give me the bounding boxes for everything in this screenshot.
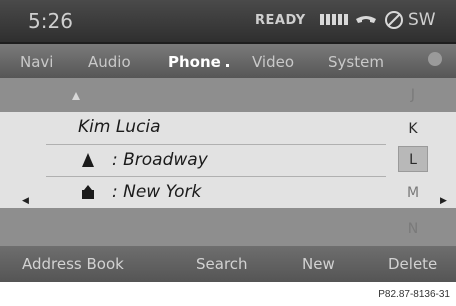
list-top-band (0, 78, 456, 112)
menu-item-system[interactable]: System (328, 53, 384, 71)
clock: 5:26 (28, 9, 73, 33)
building-icon (82, 185, 94, 199)
list-bottom-band (0, 208, 456, 246)
row-divider (46, 176, 386, 177)
menu-item-audio[interactable]: Audio (88, 53, 131, 71)
alpha-index-m[interactable]: M (398, 180, 428, 206)
alpha-index-j[interactable]: J (398, 82, 428, 108)
menu-item-navi[interactable]: Navi (20, 53, 53, 71)
menu-item-video[interactable]: Video (252, 53, 294, 71)
menu-dot-icon (428, 52, 442, 66)
alpha-index-l[interactable]: L (398, 146, 428, 172)
ready-label: READY (255, 13, 306, 28)
search-button[interactable]: Search (196, 255, 248, 273)
scroll-left-icon[interactable]: ◀ (22, 196, 29, 206)
sw-label: SW (408, 10, 436, 30)
new-button[interactable]: New (302, 255, 335, 273)
scroll-up-icon[interactable] (72, 92, 80, 100)
menu-item-phone[interactable]: Phone (168, 53, 229, 71)
list-item-name[interactable]: Kim Lucia (78, 117, 161, 137)
main-menu-bar: Navi Audio Phone Video System (0, 44, 456, 78)
figure-caption: P82.87-8136-31 (378, 289, 450, 300)
list-item-address[interactable]: : Broadway (112, 150, 208, 170)
person-icon (82, 153, 94, 167)
status-bar: 5:26 READY SW (0, 0, 456, 42)
list-item-city[interactable]: : New York (112, 182, 201, 202)
scroll-right-icon[interactable]: ▶ (440, 196, 447, 206)
contact-list (0, 112, 456, 208)
softkey-bar: Address Book Search New Delete (0, 246, 456, 282)
delete-button[interactable]: Delete (388, 255, 437, 273)
no-service-icon (385, 11, 403, 29)
address-book-button[interactable]: Address Book (22, 255, 124, 273)
alpha-index-k[interactable]: K (398, 116, 428, 142)
signal-bars-icon (320, 14, 348, 25)
alpha-index-n[interactable]: N (398, 216, 428, 242)
row-divider (46, 144, 386, 145)
handset-icon (356, 16, 376, 23)
